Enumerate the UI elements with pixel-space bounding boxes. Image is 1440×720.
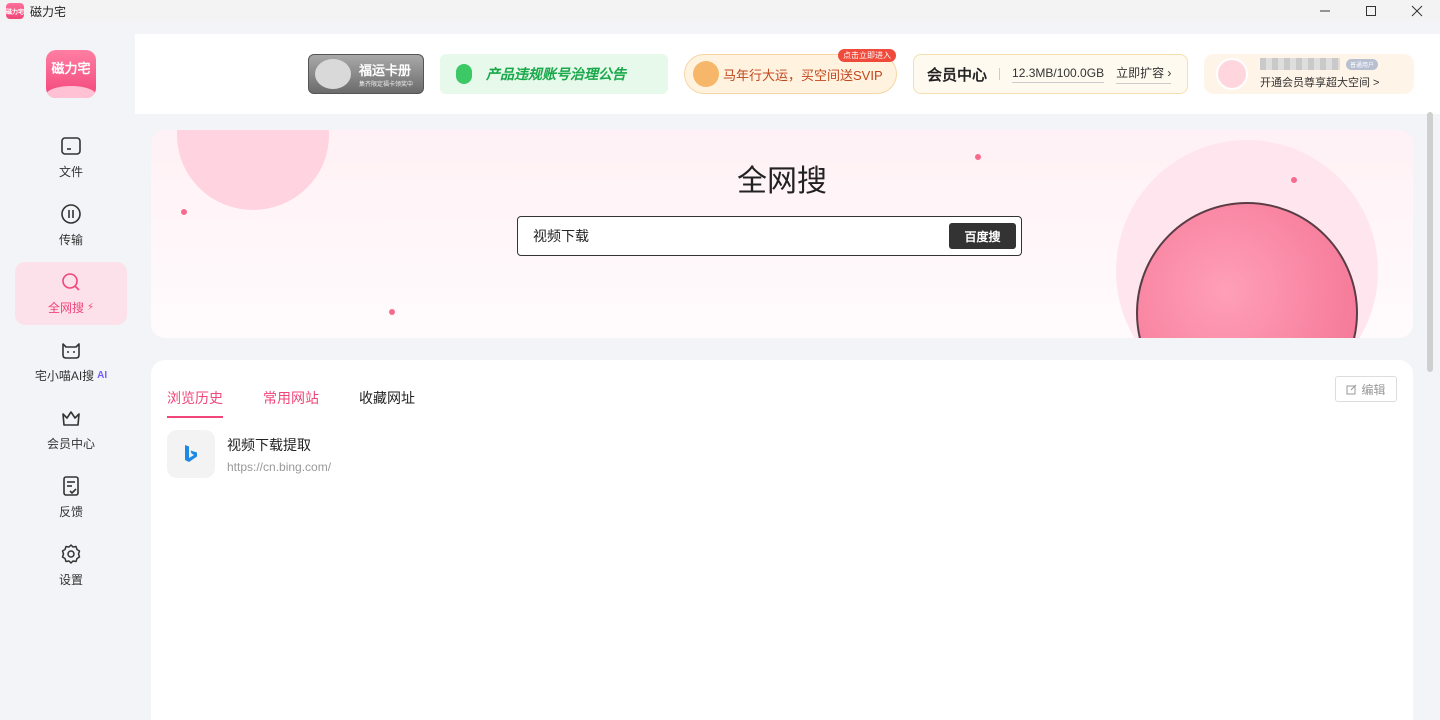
svip-promo-banner[interactable]: 马年行大运，买空间送SVIP 点击立即进入 (684, 49, 897, 94)
bing-icon (167, 430, 215, 478)
cat-icon (60, 339, 82, 361)
shield-icon (456, 64, 472, 84)
gear-icon (60, 543, 82, 565)
sidebar-item-membership[interactable]: 会员中心 (15, 398, 127, 461)
sidebar-item-ai-search[interactable]: 宅小喵AI搜 AI (15, 330, 127, 393)
search-icon (60, 271, 82, 293)
ai-badge: AI (97, 370, 108, 381)
decorative-dot (181, 209, 187, 215)
scrollbar[interactable] (1427, 112, 1433, 372)
decorative-dot (389, 309, 395, 315)
close-icon[interactable] (1394, 0, 1440, 22)
fortune-card-banner[interactable]: 福运卡册 集齐限定福卡领奖中 (308, 54, 424, 94)
tab-browse-history[interactable]: 浏览历史 (167, 388, 223, 418)
list-item[interactable]: 视频下载提取 https://cn.bing.com/ (167, 430, 332, 478)
svip-promo-tag: 点击立即进入 (838, 49, 896, 62)
window-controls (1302, 0, 1440, 22)
avatar[interactable] (1216, 58, 1248, 90)
sidebar-item-files[interactable]: 文件 (15, 126, 127, 189)
horse-icon (693, 61, 719, 87)
username-masked (1260, 58, 1340, 70)
edit-icon (1346, 384, 1357, 394)
sidebar-item-label: 反馈 (58, 505, 83, 519)
sidebar-item-web-search[interactable]: 全网搜 ⚡ (15, 262, 127, 325)
notice-text: 产品违规账号治理公告 (486, 66, 626, 82)
search-hero: 全网搜 百度搜 (151, 130, 1413, 338)
sidebar: 磁力宅 文件 传输 全网搜 ⚡ 宅小喵AI搜 AI 会员中心 反馈 设置 (0, 22, 135, 720)
window-title: 磁力宅 (30, 4, 67, 19)
maximize-icon[interactable] (1348, 0, 1394, 22)
svip-promo-text: 马年行大运，买空间送SVIP (723, 67, 883, 83)
sidebar-item-settings[interactable]: 设置 (15, 534, 127, 597)
sidebar-item-label: 会员中心 (46, 437, 95, 451)
feedback-icon (60, 475, 82, 497)
search-box: 百度搜 (517, 216, 1022, 256)
notice-banner[interactable]: 产品违规账号治理公告 (440, 54, 668, 94)
tab-common-sites[interactable]: 常用网站 (263, 388, 319, 418)
minimize-icon[interactable] (1302, 0, 1348, 22)
expand-storage-link[interactable]: 立即扩容 › (1116, 64, 1172, 84)
sidebar-item-label: 宅小喵AI搜 (34, 369, 95, 383)
folder-icon (60, 135, 82, 157)
lightning-icon: ⚡ (86, 302, 95, 313)
edit-button[interactable]: 编辑 (1335, 376, 1397, 402)
sidebar-item-label: 设置 (58, 573, 83, 587)
sidebar-item-feedback[interactable]: 反馈 (15, 466, 127, 529)
content-tabs: 浏览历史 常用网站 收藏网址 (167, 388, 455, 418)
upgrade-cta-link[interactable]: 开通会员尊享超大空间 > (1260, 74, 1379, 90)
window-titlebar: 磁力宅 磁力宅 (0, 0, 1440, 22)
app-logo: 磁力宅 (46, 50, 96, 98)
history-panel: 浏览历史 常用网站 收藏网址 编辑 视频下载提取 https://cn.bing… (151, 360, 1413, 720)
history-item-title: 视频下载提取 (227, 436, 311, 453)
edit-button-label: 编辑 (1361, 382, 1386, 397)
top-banner-bar: 福运卡册 集齐限定福卡领奖中 产品违规账号治理公告 马年行大运，买空间送SVIP… (135, 34, 1440, 114)
divider (999, 68, 1001, 80)
app-icon: 磁力宅 (6, 3, 24, 19)
user-profile-banner[interactable]: 普通用户 开通会员尊享超大空间 > (1204, 54, 1414, 94)
sidebar-item-label: 文件 (58, 165, 83, 179)
sidebar-item-transfer[interactable]: 传输 (15, 194, 127, 257)
member-center-title: 会员中心 (927, 66, 988, 84)
member-center-banner[interactable]: 会员中心 12.3MB/100.0GB 立即扩容 › (913, 54, 1188, 94)
user-level-badge: 普通用户 (1346, 58, 1379, 70)
transfer-icon (60, 203, 82, 225)
fortune-card-title: 福运卡册 (359, 63, 412, 78)
history-item-url: https://cn.bing.com/ (227, 459, 332, 474)
search-input[interactable] (533, 228, 933, 244)
page-title: 全网搜 (737, 165, 827, 198)
mascot-icon (315, 59, 351, 89)
sidebar-item-label: 全网搜 (47, 301, 84, 315)
baidu-search-button[interactable]: 百度搜 (949, 223, 1016, 249)
tab-favorites[interactable]: 收藏网址 (359, 388, 415, 418)
sidebar-item-label: 传输 (58, 233, 83, 247)
fortune-card-subtitle: 集齐限定福卡领奖中 (359, 82, 414, 88)
crown-icon (60, 407, 82, 429)
storage-usage: 12.3MB/100.0GB (1012, 66, 1105, 83)
